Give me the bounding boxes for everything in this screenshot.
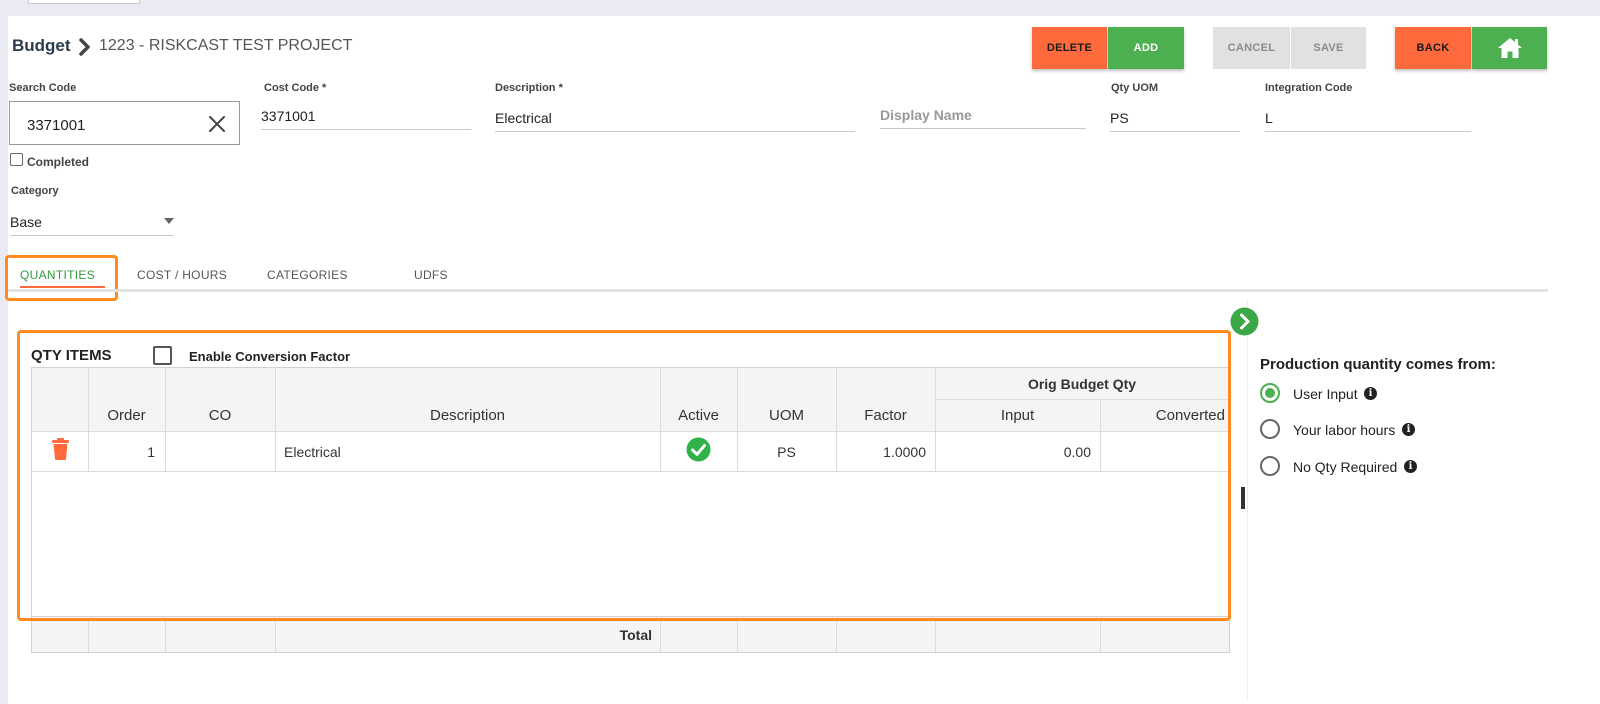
qty-uom-field[interactable]: PS — [1110, 102, 1240, 132]
radio-labor-hours[interactable] — [1260, 419, 1280, 439]
back-button[interactable]: BACK — [1395, 27, 1471, 69]
completed-label: Completed — [27, 155, 90, 169]
breadcrumb-project: 1223 - RISKCAST TEST PROJECT — [99, 37, 353, 54]
tab-categories[interactable]: CATEGORIES — [267, 268, 348, 282]
radio-user-input[interactable] — [1260, 383, 1280, 403]
info-icon[interactable]: i — [1404, 460, 1417, 473]
description-field[interactable]: Electrical — [495, 102, 855, 132]
qty-uom-label: Qty UOM — [1111, 82, 1159, 94]
tab-cost-hours[interactable]: COST / HOURS — [137, 268, 227, 282]
home-icon — [1497, 38, 1522, 58]
tab-quantities[interactable]: QUANTITIES — [20, 268, 95, 282]
integration-code-label: Integration Code — [1265, 82, 1353, 94]
chevron-right-circle-icon[interactable] — [1230, 307, 1259, 336]
cancel-button[interactable]: CANCEL — [1213, 27, 1290, 69]
radio-no-qty[interactable] — [1260, 456, 1280, 476]
display-name-field[interactable]: Display Name — [880, 99, 1086, 129]
breadcrumb-root[interactable]: Budget — [12, 36, 71, 56]
home-button[interactable] — [1472, 27, 1547, 69]
save-button[interactable]: SAVE — [1291, 27, 1366, 69]
info-icon[interactable]: i — [1402, 423, 1415, 436]
option-user-input-label: User Input — [1293, 386, 1358, 402]
search-code-label: Search Code — [9, 82, 77, 94]
qty-items-highlight — [17, 330, 1231, 621]
clear-icon[interactable] — [207, 114, 227, 134]
description-label: Description * — [495, 82, 563, 94]
top-strip — [0, 0, 1600, 16]
tabs-divider — [8, 289, 1548, 292]
panel-splitter-handle[interactable] — [1241, 487, 1245, 509]
add-button[interactable]: ADD — [1108, 27, 1184, 69]
completed-checkbox[interactable] — [10, 153, 23, 166]
search-code-input[interactable]: 3371001 — [9, 101, 240, 145]
budget-editor: Budget 1223 - RISKCAST TEST PROJECT DELE… — [5, 16, 1600, 704]
integration-code-field[interactable]: L — [1265, 102, 1471, 132]
caret-down-icon[interactable] — [164, 218, 174, 224]
search-code-value: 3371001 — [27, 117, 86, 134]
tab-udfs[interactable]: UDFS — [414, 268, 448, 282]
total-label: Total — [619, 627, 652, 643]
option-no-qty-label: No Qty Required — [1293, 459, 1398, 475]
category-label: Category — [11, 185, 59, 197]
option-labor-hours-label: Your labor hours — [1293, 422, 1396, 438]
category-select[interactable]: Base — [10, 206, 174, 236]
window-tab-stub — [28, 0, 140, 4]
cost-code-label: Cost Code * — [264, 82, 327, 94]
production-title: Production quantity comes from: — [1260, 356, 1496, 373]
info-icon[interactable]: i — [1364, 387, 1377, 400]
category-value: Base — [10, 214, 42, 230]
tab-active-underline — [20, 286, 105, 288]
cost-code-field[interactable]: 3371001 — [261, 100, 471, 130]
delete-button[interactable]: DELETE — [1032, 27, 1107, 69]
chevron-right-icon — [79, 38, 90, 56]
